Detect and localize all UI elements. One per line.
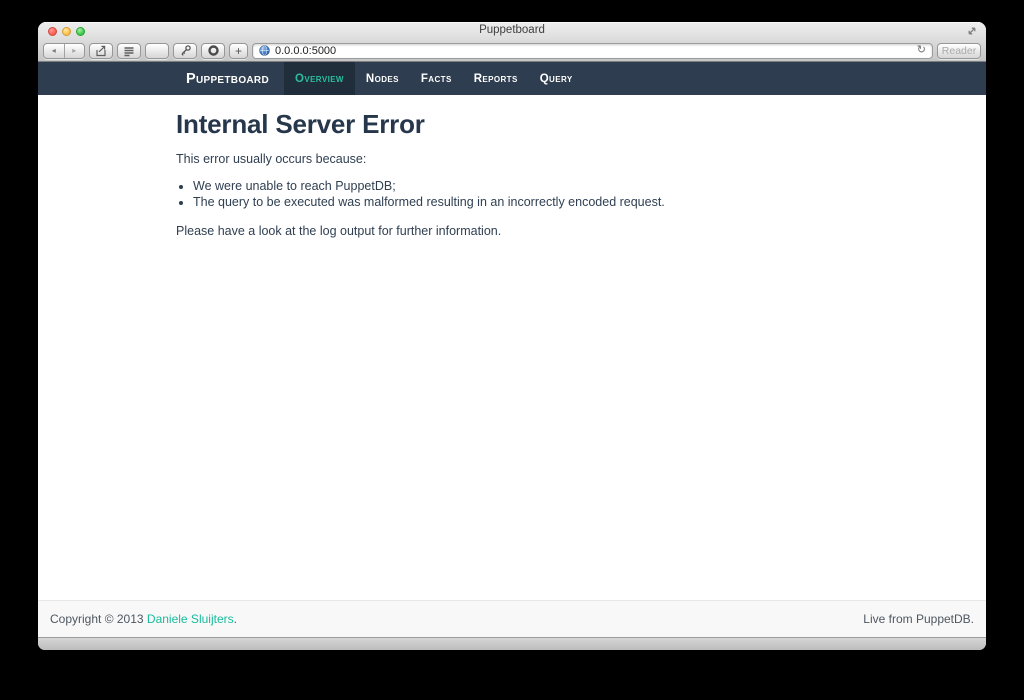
- list-lines-icon: [123, 45, 135, 57]
- globe-favicon: [259, 45, 270, 56]
- page-content: Internal Server Error This error usually…: [38, 95, 986, 600]
- passwords-button[interactable]: [173, 43, 197, 59]
- nav-item-reports[interactable]: Reports: [463, 62, 529, 95]
- browser-window: Puppetboard ◂ ▸: [38, 22, 986, 650]
- nav-item-overview[interactable]: Overview: [284, 62, 355, 95]
- reading-list-button[interactable]: [117, 43, 141, 59]
- key-icon: [179, 44, 192, 57]
- url-text: 0.0.0.0:5000: [275, 45, 912, 57]
- list-item: We were unable to reach PuppetDB;: [193, 179, 946, 195]
- app-navbar: Puppetboard Overview Nodes Facts Reports…: [38, 62, 986, 95]
- navbar-brand[interactable]: Puppetboard: [186, 71, 269, 87]
- reader-button[interactable]: Reader: [937, 43, 981, 59]
- copyright-suffix: .: [234, 612, 237, 626]
- browser-toolbar: ◂ ▸: [38, 40, 986, 62]
- error-intro-text: This error usually occurs because:: [176, 152, 946, 167]
- list-item: The query to be executed was malformed r…: [193, 195, 946, 211]
- error-outro-text: Please have a look at the log output for…: [176, 224, 946, 239]
- share-button[interactable]: [89, 43, 113, 59]
- forward-button[interactable]: ▸: [64, 44, 85, 58]
- copyright-text: Copyright © 2013 Daniele Sluijters.: [50, 612, 237, 626]
- address-bar[interactable]: 0.0.0.0:5000 ↻: [252, 43, 933, 59]
- reload-icon[interactable]: ↻: [917, 45, 926, 56]
- blank-toolbar-button[interactable]: [145, 43, 169, 59]
- window-title: Puppetboard: [38, 24, 986, 36]
- nav-item-facts[interactable]: Facts: [410, 62, 463, 95]
- navbar-menu: Overview Nodes Facts Reports Query: [284, 62, 584, 95]
- live-from-puppetdb-text: Live from PuppetDB.: [863, 612, 974, 626]
- circle-ring-icon: [207, 44, 220, 57]
- desktop-background: Puppetboard ◂ ▸: [0, 0, 1024, 700]
- extension-button[interactable]: [201, 43, 225, 59]
- window-titlebar[interactable]: Puppetboard: [38, 22, 986, 40]
- error-reason-list: We were unable to reach PuppetDB; The qu…: [176, 179, 946, 210]
- fullscreen-icon[interactable]: [966, 25, 978, 37]
- history-nav-group: ◂ ▸: [43, 43, 85, 59]
- page-title: Internal Server Error: [176, 109, 946, 140]
- browser-status-bar: [38, 637, 986, 650]
- back-button[interactable]: ◂: [44, 44, 64, 58]
- nav-item-nodes[interactable]: Nodes: [355, 62, 410, 95]
- copyright-prefix: Copyright © 2013: [50, 612, 144, 626]
- new-tab-button[interactable]: +: [229, 43, 248, 59]
- share-icon: [95, 45, 107, 57]
- author-link[interactable]: Daniele Sluijters: [147, 612, 234, 626]
- nav-item-query[interactable]: Query: [529, 62, 584, 95]
- app-footer: Copyright © 2013 Daniele Sluijters. Live…: [38, 600, 986, 637]
